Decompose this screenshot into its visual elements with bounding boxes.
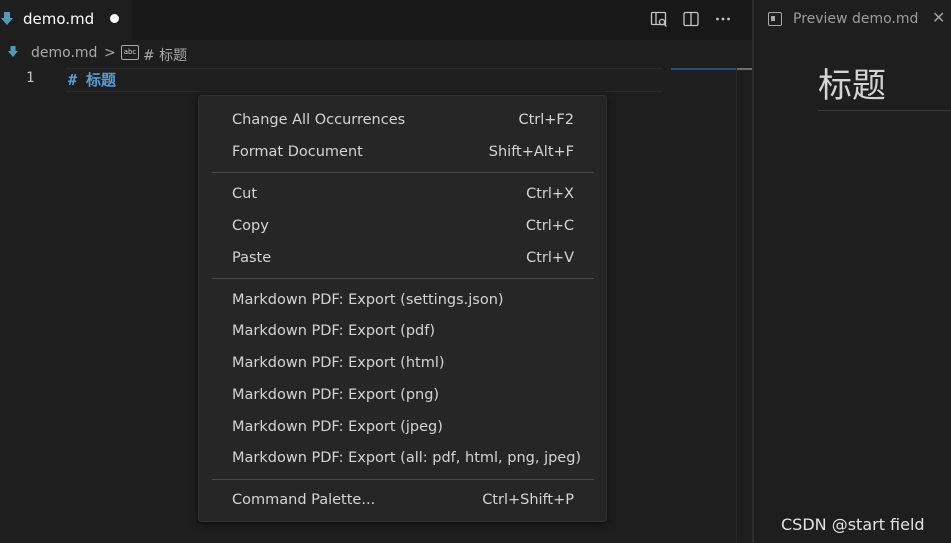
tab-bar: demo.md <box>0 0 752 40</box>
menu-item-command-palette[interactable]: Command Palette... Ctrl+Shift+P <box>209 487 596 515</box>
menu-item-paste[interactable]: Paste Ctrl+V <box>209 245 596 273</box>
menu-item-shortcut: Ctrl+C <box>525 218 574 234</box>
tab-preview-demo-md[interactable]: Preview demo.md ✕ <box>754 0 951 40</box>
scrollbar-marker <box>737 68 752 70</box>
menu-item-label: Paste <box>232 250 272 266</box>
scrollbar-track[interactable] <box>736 68 737 543</box>
menu-item-format-document[interactable]: Format Document Shift+Alt+F <box>209 139 596 167</box>
chevron-right-icon: > <box>104 45 116 61</box>
preview-heading: 标题 <box>818 66 886 106</box>
line-number: 1 <box>26 70 35 86</box>
menu-item-label: Markdown PDF: Export (html) <box>232 355 445 371</box>
menu-item-export-settings[interactable]: Markdown PDF: Export (settings.json) <box>209 287 596 315</box>
watermark: CSDN @start field <box>781 515 925 534</box>
menu-item-export-png[interactable]: Markdown PDF: Export (png) <box>209 382 596 410</box>
menu-separator <box>212 278 594 279</box>
minimap-selection <box>671 68 737 70</box>
menu-item-export-pdf[interactable]: Markdown PDF: Export (pdf) <box>209 318 596 346</box>
menu-item-copy[interactable]: Copy Ctrl+C <box>209 213 596 241</box>
menu-item-shortcut: Ctrl+F2 <box>518 112 574 128</box>
menu-item-label: Command Palette... <box>232 492 376 508</box>
menu-separator <box>212 479 594 480</box>
menu-item-label: Copy <box>232 218 269 234</box>
split-editor-icon[interactable] <box>680 8 702 30</box>
vscode-window: demo.md demo.md > abc # 标题 1 # 标题 Previe… <box>0 0 951 543</box>
abc-icon: abc <box>121 45 139 60</box>
tab-demo-md[interactable]: demo.md <box>0 0 132 40</box>
preview-group: Preview demo.md ✕ 标题 CSDN @start field <box>754 0 951 543</box>
menu-item-label: Markdown PDF: Export (settings.json) <box>232 292 504 308</box>
editor-actions <box>648 8 734 30</box>
menu-item-label: Change All Occurrences <box>232 112 406 128</box>
menu-item-label: Markdown PDF: Export (png) <box>232 387 440 403</box>
menu-item-shortcut: Ctrl+V <box>526 250 574 266</box>
menu-item-export-jpeg[interactable]: Markdown PDF: Export (jpeg) <box>209 414 596 442</box>
menu-item-label: Markdown PDF: Export (jpeg) <box>232 419 443 435</box>
unsaved-dot-icon[interactable] <box>110 14 119 23</box>
menu-item-shortcut: Ctrl+X <box>526 186 574 202</box>
menu-item-label: Cut <box>232 186 257 202</box>
current-line-highlight <box>66 68 662 92</box>
menu-item-shortcut: Shift+Alt+F <box>488 144 574 160</box>
menu-item-label: Format Document <box>232 144 363 160</box>
menu-item-label: Markdown PDF: Export (pdf) <box>232 323 436 339</box>
menu-item-cut[interactable]: Cut Ctrl+X <box>209 181 596 209</box>
menu-item-change-all-occurrences[interactable]: Change All Occurrences Ctrl+F2 <box>209 107 596 135</box>
tab-label: demo.md <box>23 10 95 28</box>
context-menu: Change All Occurrences Ctrl+F2 Format Do… <box>198 95 607 522</box>
code-line[interactable]: # 标题 <box>68 69 116 90</box>
open-preview-icon[interactable] <box>648 8 670 30</box>
more-actions-icon[interactable] <box>712 8 734 30</box>
breadcrumb-symbol[interactable]: # 标题 <box>143 45 187 65</box>
menu-item-shortcut: Ctrl+Shift+P <box>482 492 574 508</box>
menu-item-export-html[interactable]: Markdown PDF: Export (html) <box>209 350 596 378</box>
breadcrumb: demo.md > abc # 标题 <box>0 40 752 66</box>
close-icon[interactable]: ✕ <box>932 8 945 27</box>
breadcrumb-file[interactable]: demo.md <box>31 45 97 61</box>
menu-item-export-all[interactable]: Markdown PDF: Export (all: pdf, html, pn… <box>209 445 596 473</box>
preview-tab-bar: Preview demo.md ✕ <box>754 0 951 40</box>
menu-separator <box>212 172 594 173</box>
markdown-icon <box>1 12 13 25</box>
markdown-icon <box>8 46 18 57</box>
heading-rule <box>818 110 951 111</box>
preview-icon <box>768 12 782 26</box>
preview-tab-label: Preview demo.md <box>793 11 919 27</box>
menu-item-label: Markdown PDF: Export (all: pdf, html, pn… <box>232 450 582 466</box>
